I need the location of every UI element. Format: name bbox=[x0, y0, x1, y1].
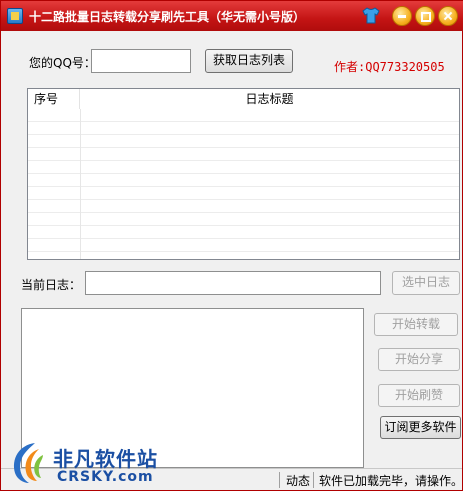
start-repost-button[interactable]: 开始转载 bbox=[374, 313, 458, 336]
skin-button[interactable] bbox=[361, 5, 381, 25]
qq-label: 您的QQ号： bbox=[29, 56, 96, 70]
fetch-log-list-button[interactable]: 获取日志列表 bbox=[205, 49, 293, 73]
watermark-cn: 非凡软件站 bbox=[53, 447, 158, 471]
log-list[interactable]: 序号 日志标题 bbox=[27, 88, 460, 260]
watermark-en: CRSKY.com bbox=[57, 469, 154, 485]
start-like-button[interactable]: 开始刷赞 bbox=[378, 384, 460, 407]
minimize-button[interactable] bbox=[392, 6, 412, 26]
column-header-index[interactable]: 序号 bbox=[28, 89, 80, 109]
column-header-title[interactable]: 日志标题 bbox=[80, 89, 459, 109]
status-separator bbox=[313, 472, 314, 488]
subscribe-more-software-button[interactable]: 订阅更多软件 bbox=[380, 416, 461, 439]
window-title: 十二路批量日志转载分享刷先工具（华无需小号版） bbox=[29, 10, 306, 24]
status-separator bbox=[279, 472, 280, 488]
title-bar[interactable]: 十二路批量日志转载分享刷先工具（华无需小号版） bbox=[1, 1, 463, 31]
crsky-logo-icon bbox=[13, 443, 43, 483]
current-log-input[interactable] bbox=[85, 271, 381, 295]
list-body[interactable] bbox=[28, 109, 459, 259]
status-message: 软件已加载完毕，请操作。 bbox=[319, 474, 463, 488]
minimize-icon bbox=[393, 7, 411, 25]
start-share-button[interactable]: 开始分享 bbox=[378, 348, 460, 371]
list-header: 序号 日志标题 bbox=[28, 89, 459, 110]
author-text: 作者:QQ773320505 bbox=[334, 60, 445, 74]
status-dynamic-label: 动态 bbox=[286, 474, 311, 488]
select-log-button[interactable]: 选中日志 bbox=[392, 271, 460, 295]
maximize-button[interactable] bbox=[415, 6, 435, 26]
app-icon bbox=[7, 8, 23, 24]
main-window: 十二路批量日志转载分享刷先工具（华无需小号版） 您的QQ号： 获取日志列表 作者… bbox=[0, 0, 463, 491]
crsky-watermark: 非凡软件站 CRSKY.com bbox=[1, 431, 171, 492]
maximize-icon bbox=[416, 7, 434, 25]
qq-input[interactable] bbox=[91, 49, 191, 73]
close-button[interactable] bbox=[438, 6, 458, 26]
close-icon bbox=[439, 7, 457, 25]
tshirt-icon bbox=[362, 7, 380, 24]
current-log-label: 当前日志： bbox=[21, 278, 82, 292]
